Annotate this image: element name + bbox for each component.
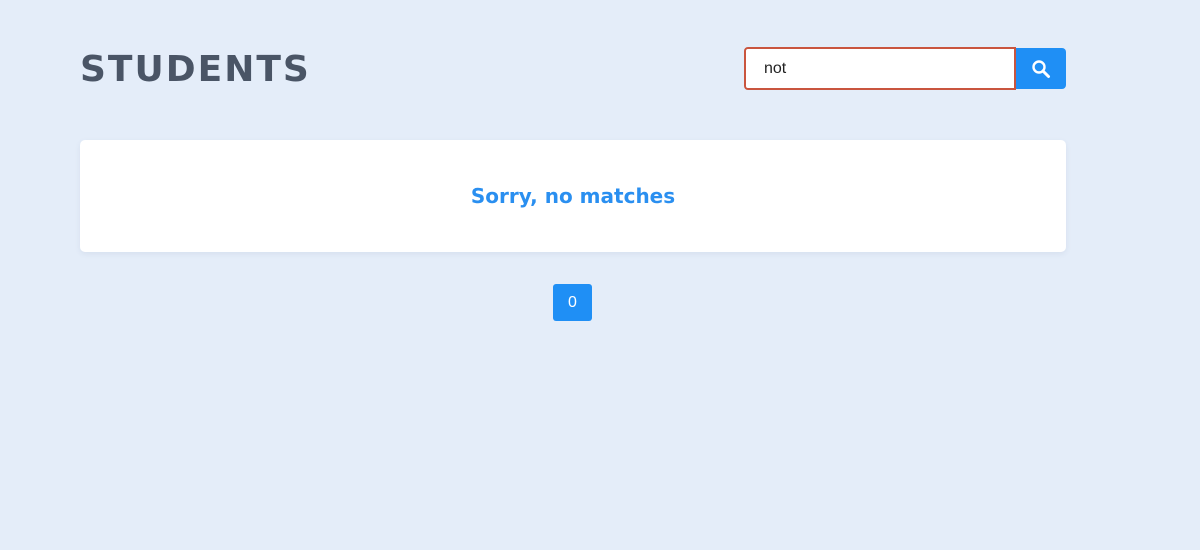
search-input[interactable] bbox=[744, 47, 1016, 90]
page-title: STUDENTS bbox=[80, 49, 311, 90]
search-icon bbox=[1031, 59, 1051, 79]
search-form bbox=[744, 47, 1066, 90]
page-button-0[interactable]: 0 bbox=[553, 284, 592, 321]
results-card: Sorry, no matches bbox=[80, 140, 1066, 252]
no-results-message: Sorry, no matches bbox=[470, 184, 676, 208]
search-button[interactable] bbox=[1016, 48, 1066, 89]
page: STUDENTS Sorry, no matches 0 bbox=[0, 0, 1200, 550]
pagination: 0 bbox=[553, 284, 592, 321]
